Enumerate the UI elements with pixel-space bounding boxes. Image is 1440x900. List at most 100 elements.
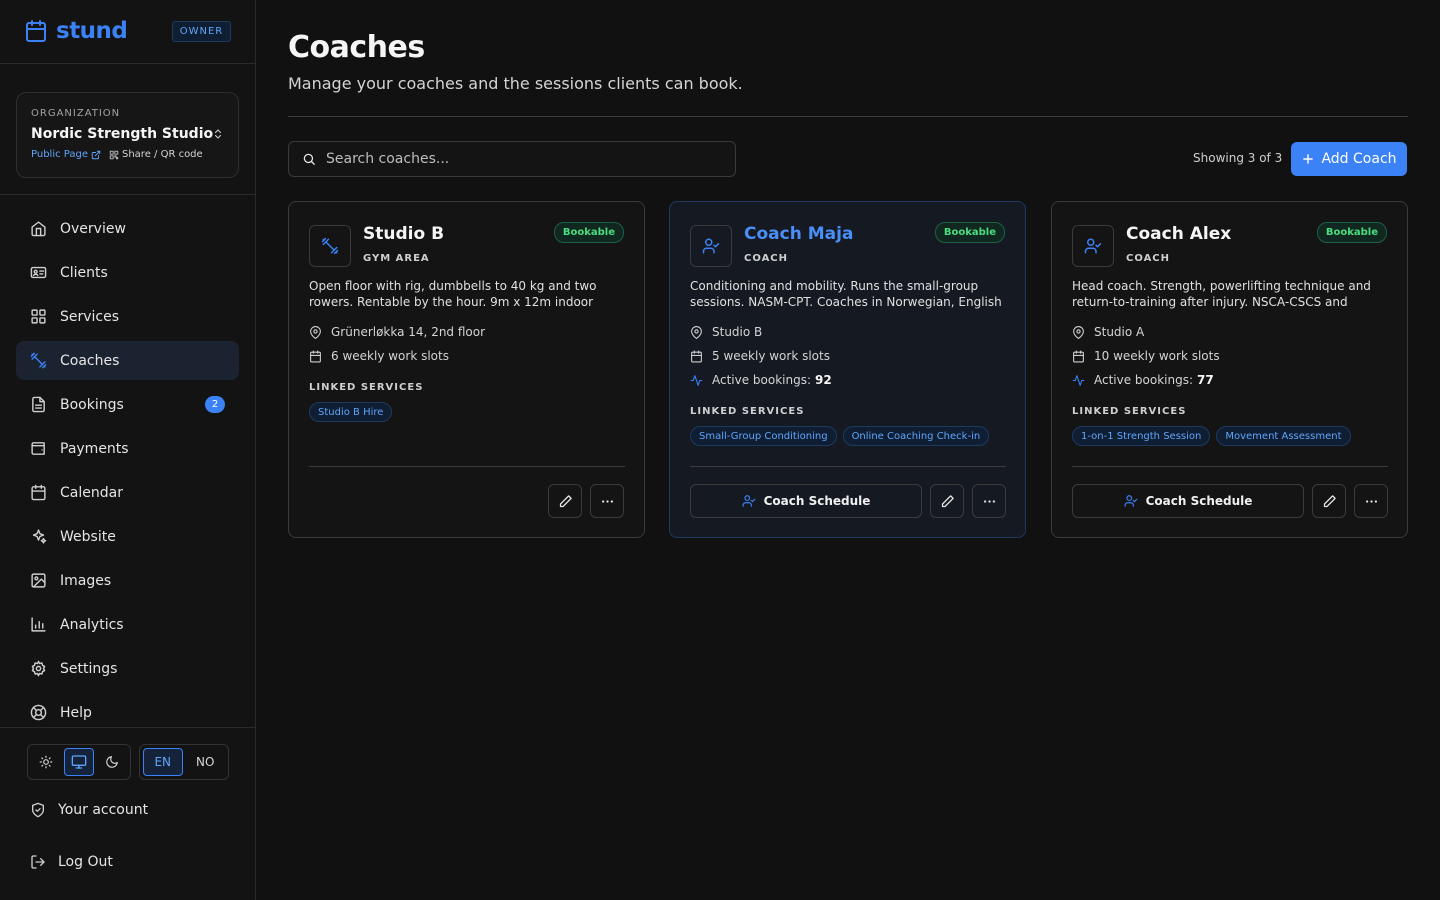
page-subtitle: Manage your coaches and the sessions cli… [288,74,743,93]
bookings-count-badge: 2 [205,396,225,413]
bar-chart-icon [30,616,48,633]
public-page-link[interactable]: Public Page [31,149,101,160]
edit-button[interactable] [930,484,964,518]
divider [0,63,255,64]
monitor-icon [71,754,87,770]
map-pin-icon [690,325,703,339]
sidebar-item-label: Coaches [60,352,120,369]
location-text: Studio B [712,325,763,339]
service-chip[interactable]: Movement Assessment [1216,426,1351,446]
sidebar-nav: Overview Clients Services Coaches Bookin… [16,209,239,737]
sidebar-item-label: Help [60,704,92,721]
sidebar-item-analytics[interactable]: Analytics [16,605,239,644]
more-options-button[interactable] [590,484,624,518]
service-chip[interactable]: Online Coaching Check-in [842,426,990,446]
sidebar-item-website[interactable]: Website [16,517,239,556]
lifebuoy-icon [30,704,48,721]
organization-label: ORGANIZATION [31,108,121,119]
sidebar-item-images[interactable]: Images [16,561,239,600]
coach-schedule-button[interactable]: Coach Schedule [690,484,922,518]
logout-icon [30,854,46,870]
bookings-row: Active bookings: 92 [690,373,832,387]
sidebar-item-clients[interactable]: Clients [16,253,239,292]
calendar-logo-icon [24,19,48,43]
sidebar-item-settings[interactable]: Settings [16,649,239,688]
sidebar-item-bookings[interactable]: Bookings 2 [16,385,239,424]
divider [0,194,255,195]
divider [0,727,255,728]
search-icon [302,152,316,166]
slots-row: 10 weekly work slots [1072,349,1220,363]
logout-link[interactable]: Log Out [30,854,113,870]
user-check-icon [1084,237,1102,255]
sidebar-item-label: Overview [60,220,126,237]
add-coach-label: Add Coach [1321,151,1397,167]
sidebar-item-label: Analytics [60,616,124,633]
divider [690,466,1006,467]
user-check-icon [702,237,720,255]
search-input[interactable] [326,151,706,167]
role-badge: OWNER [172,21,231,42]
gear-icon [30,660,48,677]
calendar-icon [690,350,703,363]
sidebar-item-coaches[interactable]: Coaches [16,341,239,380]
card-description: Open floor with rig, dumbbells to 40 kg … [309,279,597,309]
bookings-value: 92 [815,373,832,387]
linked-services: Small-Group Conditioning Online Coaching… [690,426,990,446]
more-horizontal-icon [1364,494,1379,509]
card-name[interactable]: Coach Maja [744,224,853,244]
linked-services: Studio B Hire [309,402,393,422]
edit-button[interactable] [1312,484,1346,518]
add-coach-button[interactable]: Add Coach [1291,142,1407,176]
sidebar: stund OWNER ORGANIZATION Nordic Strength… [0,0,256,900]
coach-card: Coach Alex COACH Bookable Head coach. St… [1051,201,1408,538]
sidebar-item-label: Website [60,528,116,545]
light-theme-button[interactable] [31,748,61,776]
your-account-label: Your account [58,802,149,818]
sidebar-item-calendar[interactable]: Calendar [16,473,239,512]
sidebar-item-label: Settings [60,660,118,677]
location-row: Grünerløkka 14, 2nd floor [309,325,485,339]
map-pin-icon [309,325,322,339]
coach-schedule-button[interactable]: Coach Schedule [1072,484,1304,518]
bookings-value: 77 [1197,373,1214,387]
coach-card: Studio B GYM AREA Bookable Open floor wi… [288,201,645,538]
bookings-label: Active bookings: [712,373,812,387]
grid-icon [30,308,48,325]
card-role: GYM AREA [363,253,430,264]
card-name[interactable]: Studio B [363,224,444,244]
qr-code-icon [109,150,119,160]
card-role: COACH [744,253,789,264]
divider [309,466,625,467]
language-en-button[interactable]: EN [143,748,183,776]
system-theme-button[interactable] [64,748,94,776]
dark-theme-button[interactable] [97,748,127,776]
sidebar-item-services[interactable]: Services [16,297,239,336]
home-icon [30,220,48,237]
wallet-icon [30,440,48,457]
service-chip[interactable]: 1-on-1 Strength Session [1072,426,1211,446]
location-row: Studio A [1072,325,1144,339]
your-account-link[interactable]: Your account [30,802,148,818]
share-qr-link[interactable]: Share / QR code [109,149,203,160]
slots-row: 6 weekly work slots [309,349,449,363]
external-link-icon [91,150,101,160]
edit-button[interactable] [548,484,582,518]
location-text: Grünerløkka 14, 2nd floor [331,325,486,339]
slots-row: 5 weekly work slots [690,349,830,363]
more-options-button[interactable] [1354,484,1388,518]
activity-icon [690,374,703,387]
brand-logo[interactable]: stund [24,17,128,45]
pencil-icon [940,494,955,509]
card-name[interactable]: Coach Alex [1126,224,1231,244]
more-options-button[interactable] [972,484,1006,518]
language-no-button[interactable]: NO [186,748,225,776]
service-chip[interactable]: Small-Group Conditioning [690,426,837,446]
organization-switcher[interactable]: ORGANIZATION Nordic Strength Studio Publ… [16,92,239,178]
id-card-icon [30,264,48,281]
more-horizontal-icon [600,494,615,509]
sidebar-item-overview[interactable]: Overview [16,209,239,248]
sidebar-item-payments[interactable]: Payments [16,429,239,468]
card-description: Conditioning and mobility. Runs the smal… [690,279,1002,309]
service-chip[interactable]: Studio B Hire [309,402,393,422]
